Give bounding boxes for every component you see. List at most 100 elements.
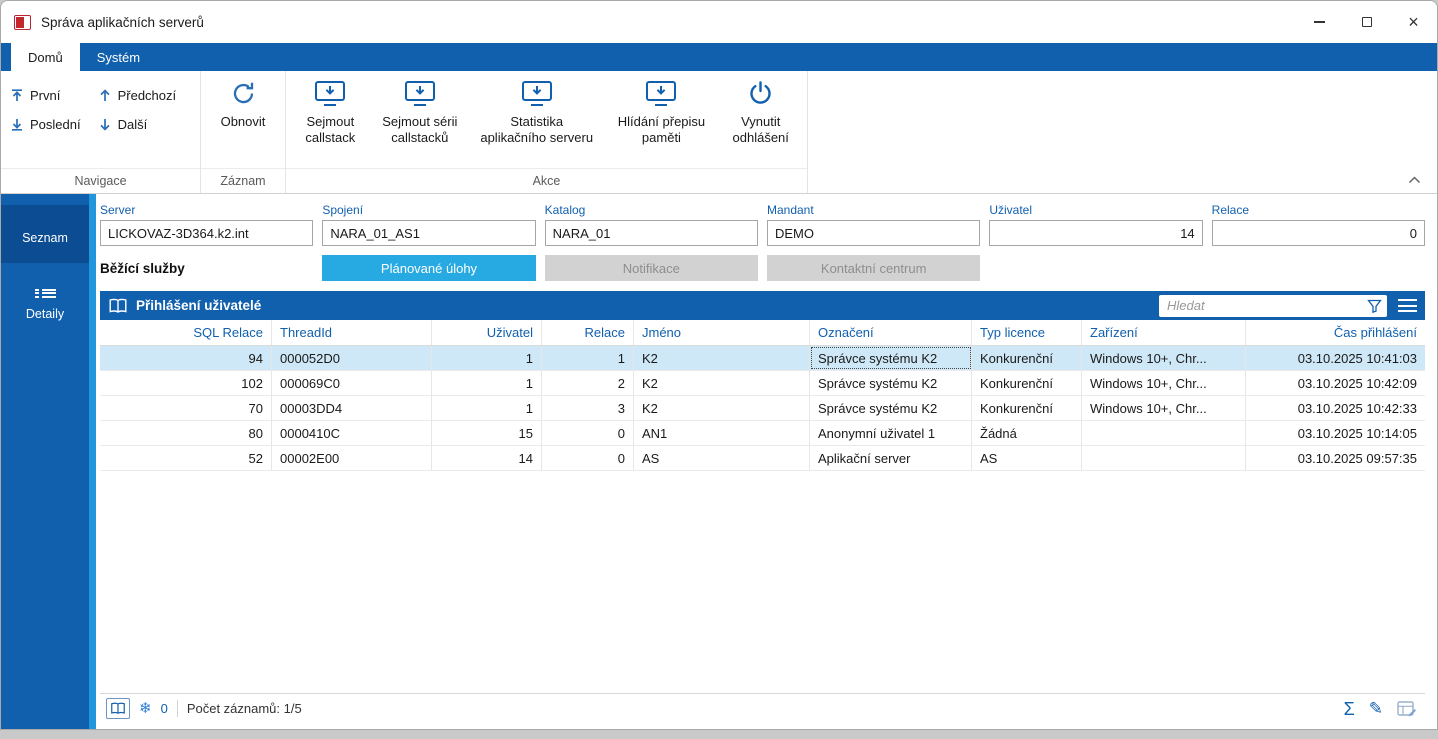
- table-cell[interactable]: 102: [100, 371, 272, 395]
- table-cell[interactable]: 15: [432, 421, 542, 445]
- view-toggle-button[interactable]: [106, 698, 130, 719]
- grid-edit-button[interactable]: [1397, 700, 1417, 717]
- uzivatel-field[interactable]: [989, 220, 1203, 246]
- table-cell[interactable]: Aplikační server: [810, 446, 972, 470]
- server-field[interactable]: [100, 220, 314, 246]
- table-cell[interactable]: 3: [542, 396, 634, 420]
- table-row[interactable]: 80 0000410C 15 0 AN1 Anonymní uživatel 1 Žádná…: [100, 421, 1425, 446]
- column-header[interactable]: Zařízení: [1082, 320, 1246, 345]
- relace-field[interactable]: [1211, 220, 1425, 246]
- table-cell[interactable]: 00003DD4: [272, 396, 432, 420]
- sidebar-item-detaily[interactable]: Detaily: [1, 275, 89, 333]
- table-cell[interactable]: 1: [432, 346, 542, 370]
- table-cell[interactable]: K2: [634, 346, 810, 370]
- table-cell[interactable]: 03.10.2025 10:14:05: [1246, 421, 1425, 445]
- ribbon-tab-system[interactable]: Systém: [80, 43, 157, 71]
- table-cell[interactable]: 1: [432, 396, 542, 420]
- table-cell[interactable]: 70: [100, 396, 272, 420]
- table-cell[interactable]: Konkurenční: [972, 371, 1082, 395]
- table-cell[interactable]: Správce systému K2: [810, 396, 972, 420]
- callstack-button[interactable]: Sejmout callstack: [290, 71, 371, 148]
- column-header[interactable]: Typ licence: [972, 320, 1082, 345]
- table-cell[interactable]: 03.10.2025 10:42:33: [1246, 396, 1425, 420]
- table-cell[interactable]: Windows 10+, Chr...: [1082, 346, 1246, 370]
- katalog-field[interactable]: [544, 220, 758, 246]
- callstack-series-button[interactable]: Sejmout sérii callstacků: [371, 71, 469, 148]
- sum-button[interactable]: Σ: [1344, 700, 1355, 718]
- tab-planovane-ulohy[interactable]: Plánované úlohy: [322, 255, 536, 281]
- table-cell[interactable]: 0: [542, 446, 634, 470]
- table-header-row: SQL Relace ThreadId Uživatel Relace Jméno Ozn…: [100, 320, 1425, 346]
- table-cell[interactable]: Windows 10+, Chr...: [1082, 371, 1246, 395]
- monitor-download-icon: [521, 80, 553, 107]
- minimize-button[interactable]: [1296, 1, 1343, 43]
- table-cell[interactable]: Windows 10+, Chr...: [1082, 396, 1246, 420]
- collapse-ribbon-button[interactable]: [1405, 172, 1423, 188]
- edit-button[interactable]: ✎: [1369, 700, 1383, 717]
- tab-kontaktni-centrum[interactable]: Kontaktní centrum: [766, 255, 981, 281]
- spojeni-field[interactable]: [322, 220, 536, 246]
- nav-next-button[interactable]: Další: [99, 110, 177, 139]
- table-cell[interactable]: 14: [432, 446, 542, 470]
- snowflake-count: 0: [160, 701, 168, 716]
- tab-notifikace[interactable]: Notifikace: [544, 255, 758, 281]
- table-cell[interactable]: K2: [634, 396, 810, 420]
- server-statistics-button[interactable]: Statistika aplikačního serveru: [469, 71, 605, 148]
- table-cell[interactable]: 2: [542, 371, 634, 395]
- table-cell[interactable]: 1: [542, 346, 634, 370]
- table-cell[interactable]: 94: [100, 346, 272, 370]
- table-cell[interactable]: AN1: [634, 421, 810, 445]
- table-row[interactable]: 94 000052D0 1 1 K2 Správce systému K2 Konkuren…: [100, 346, 1425, 371]
- table-cell[interactable]: Správce systému K2: [810, 346, 972, 370]
- column-header[interactable]: ThreadId: [272, 320, 432, 345]
- table-cell[interactable]: Žádná: [972, 421, 1082, 445]
- column-header[interactable]: Relace: [542, 320, 634, 345]
- table-cell[interactable]: Konkurenční: [972, 396, 1082, 420]
- table-cell[interactable]: 0000410C: [272, 421, 432, 445]
- table-cell[interactable]: 0: [542, 421, 634, 445]
- memory-overwrite-watch-button[interactable]: Hlídání přepisu paměti: [604, 71, 718, 148]
- table-cell[interactable]: Anonymní uživatel 1: [810, 421, 972, 445]
- table-row[interactable]: 70 00003DD4 1 3 K2 Správce systému K2 Konkuren…: [100, 396, 1425, 421]
- table-cell[interactable]: 03.10.2025 10:41:03: [1246, 346, 1425, 370]
- close-button[interactable]: ×: [1390, 1, 1437, 43]
- server-label: Server: [100, 203, 136, 217]
- column-header[interactable]: Označení: [810, 320, 972, 345]
- nav-last-button[interactable]: Poslední: [11, 110, 81, 139]
- snowflake-icon[interactable]: ❄: [139, 701, 152, 716]
- table-cell[interactable]: [1082, 421, 1246, 445]
- table-row[interactable]: 102 000069C0 1 2 K2 Správce systému K2 Konkure…: [100, 371, 1425, 396]
- table-cell[interactable]: 1: [432, 371, 542, 395]
- nav-previous-button[interactable]: Předchozí: [99, 81, 176, 110]
- table-row[interactable]: 52 00002E00 14 0 AS Aplikační server AS 03.10.2…: [100, 446, 1425, 471]
- column-header[interactable]: Čas přihlášení: [1246, 320, 1425, 345]
- table-cell[interactable]: 03.10.2025 10:42:09: [1246, 371, 1425, 395]
- table-cell[interactable]: AS: [634, 446, 810, 470]
- panel-menu-button[interactable]: [1395, 295, 1419, 317]
- ribbon-tab-domu[interactable]: Domů: [11, 43, 80, 71]
- table-cell[interactable]: [1082, 446, 1246, 470]
- table-cell[interactable]: 52: [100, 446, 272, 470]
- table-cell[interactable]: 80: [100, 421, 272, 445]
- maximize-button[interactable]: [1343, 1, 1390, 43]
- app-icon[interactable]: [14, 14, 31, 30]
- table-cell[interactable]: Konkurenční: [972, 346, 1082, 370]
- table-cell[interactable]: AS: [972, 446, 1082, 470]
- filter-icon[interactable]: [1367, 299, 1382, 313]
- table-cell[interactable]: 03.10.2025 09:57:35: [1246, 446, 1425, 470]
- table-cell[interactable]: 00002E00: [272, 446, 432, 470]
- table-cell[interactable]: 000069C0: [272, 371, 432, 395]
- column-header[interactable]: SQL Relace: [100, 320, 272, 345]
- search-input[interactable]: [1167, 298, 1363, 313]
- force-logout-button[interactable]: Vynutit odhlášení: [718, 71, 803, 148]
- table-cell[interactable]: 000052D0: [272, 346, 432, 370]
- sidebar-item-seznam[interactable]: Seznam: [1, 205, 89, 263]
- table-cell[interactable]: Správce systému K2: [810, 371, 972, 395]
- column-header[interactable]: Uživatel: [432, 320, 542, 345]
- group-label-zaznam: Záznam: [201, 168, 285, 193]
- refresh-button[interactable]: Obnovit: [212, 71, 275, 132]
- mandant-field[interactable]: [766, 220, 981, 246]
- nav-first-button[interactable]: První: [11, 81, 81, 110]
- column-header[interactable]: Jméno: [634, 320, 810, 345]
- table-cell[interactable]: K2: [634, 371, 810, 395]
